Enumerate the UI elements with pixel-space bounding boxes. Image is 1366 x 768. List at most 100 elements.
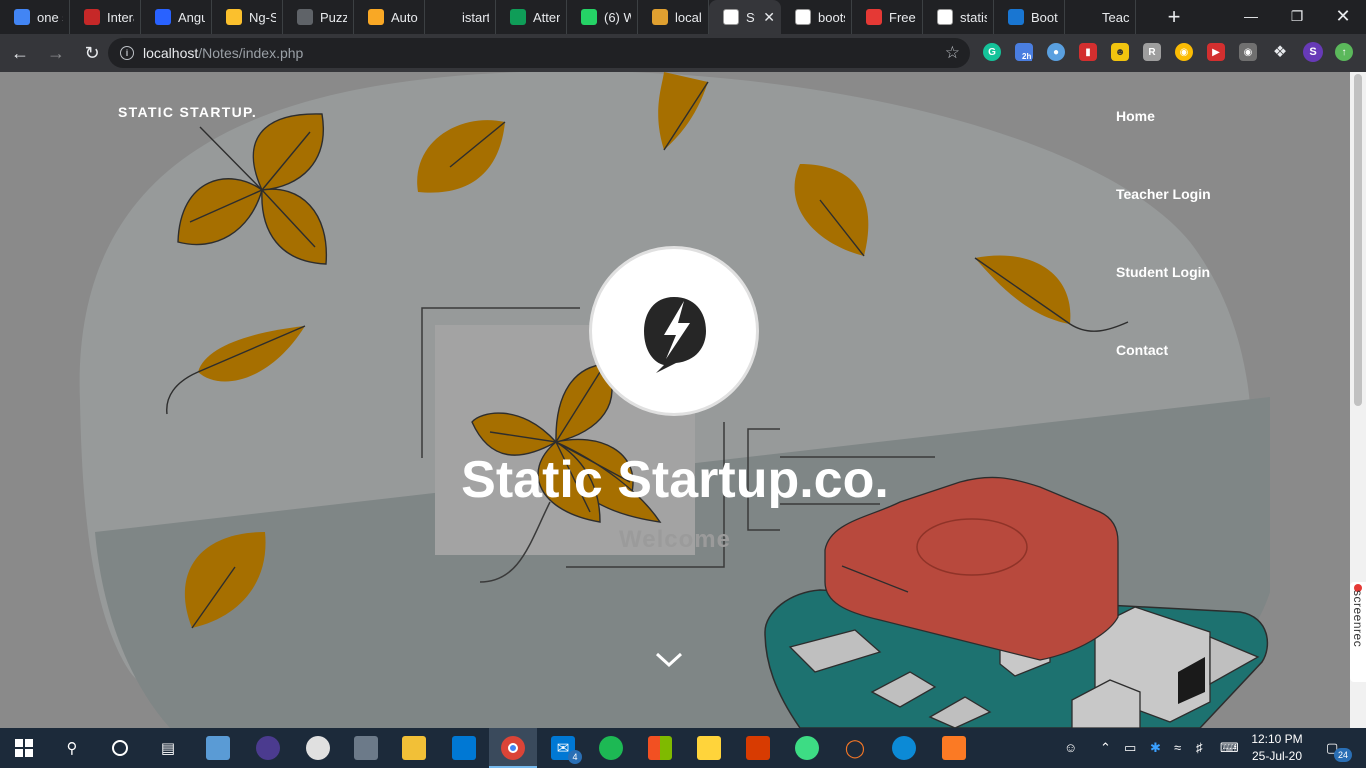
vscode-icon[interactable] [452, 736, 476, 760]
address-host: localhost [143, 45, 199, 61]
screenrec-label: screenrec [1351, 590, 1365, 648]
camera-app-icon[interactable] [354, 736, 378, 760]
browser-tab[interactable]: statist [923, 0, 994, 34]
nav-contact[interactable]: Contact [1116, 342, 1168, 358]
address-path: /Notes/index.php [198, 45, 304, 61]
spotify-icon[interactable] [599, 736, 623, 760]
puzzle-extensions-icon[interactable]: ❖ [1271, 43, 1289, 61]
battery-icon[interactable]: ▭ [1124, 740, 1136, 756]
browser-tab[interactable]: localh [638, 0, 709, 34]
browser-tab[interactable]: Puzzle [283, 0, 354, 34]
tab-title: St [746, 9, 755, 25]
bluetooth-icon[interactable]: ✱ [1150, 740, 1161, 756]
bolt-icon [644, 297, 706, 373]
red-extension-icon[interactable]: ▶ [1207, 43, 1225, 61]
nav-teacher-login[interactable]: Teacher Login [1116, 186, 1211, 202]
browser-tab[interactable]: Autoc [354, 0, 425, 34]
tab-title: Atten [533, 9, 560, 25]
chrome-icon[interactable] [501, 736, 525, 760]
file-explorer-icon[interactable] [402, 736, 426, 760]
browser-tab[interactable]: St ✕ [709, 0, 781, 34]
nav-home[interactable]: Home [1116, 108, 1155, 124]
nav-student-login[interactable]: Student Login [1116, 264, 1210, 280]
browser-tab[interactable]: istart [425, 0, 496, 34]
android-studio-icon[interactable] [795, 736, 819, 760]
site-info-icon[interactable]: i [120, 46, 134, 60]
x-icon [84, 9, 100, 25]
browser-tab[interactable]: Free E [852, 0, 923, 34]
xampp-icon[interactable] [942, 736, 966, 760]
page-viewport: STATIC STARTUP. Home Teacher Login Stude… [0, 72, 1350, 728]
whatsapp-icon [581, 9, 597, 25]
volume-muted-icon[interactable]: ♯ [1196, 740, 1203, 755]
jupyter-icon[interactable]: ◯ [843, 736, 867, 760]
browser-tab[interactable]: Angul [141, 0, 212, 34]
paint-icon[interactable] [306, 736, 330, 760]
hero-subtitle: Welcome [619, 526, 731, 553]
python-icon[interactable] [697, 736, 721, 760]
system-clock[interactable]: 12:10 PM 25-Jul-20 [1246, 731, 1308, 765]
restore-button[interactable]: ❐ [1274, 0, 1320, 32]
show-hidden-icons-chevron-icon[interactable]: ⌃ [1100, 740, 1111, 756]
keyboard-icon[interactable]: ⌨ [1220, 740, 1239, 756]
forward-button[interactable]: → [40, 37, 72, 69]
bulb-icon [226, 9, 242, 25]
tab-title: localh [675, 9, 702, 25]
face-extension-icon[interactable]: ☻ [1111, 43, 1129, 61]
browser-tab[interactable]: Atten [496, 0, 567, 34]
tab-title: (6) Wh [604, 9, 631, 25]
eclipse-icon[interactable] [256, 736, 280, 760]
wifi-icon[interactable]: ≈ [1174, 740, 1181, 755]
address-bar[interactable]: i localhost /Notes/index.php ☆ [108, 38, 970, 68]
notification-count-badge: 24 [1334, 748, 1352, 762]
browser-tab[interactable]: one st [0, 0, 70, 34]
tab-title: istart [462, 9, 489, 25]
tab-title: Intera [107, 9, 134, 25]
new-tab-button[interactable]: + [1160, 3, 1188, 31]
owl-extension-icon[interactable]: ● [1047, 43, 1065, 61]
minimize-button[interactable]: — [1228, 0, 1274, 32]
browser-tab[interactable]: (6) Wh [567, 0, 638, 34]
bookmark-star-icon[interactable]: ☆ [945, 43, 960, 63]
store-icon[interactable] [648, 736, 672, 760]
scroll-down-chevron-icon[interactable] [654, 650, 684, 670]
notepad-icon[interactable] [206, 736, 230, 760]
browser-tab[interactable]: Ng-Sv [212, 0, 283, 34]
tab-manager-icon[interactable]: 2h [1015, 43, 1033, 61]
people-icon[interactable]: ☺ [1064, 740, 1077, 755]
update-icon[interactable]: ↑ [1335, 43, 1353, 61]
search-icon[interactable]: ⚲ [60, 736, 84, 760]
cortana-icon[interactable] [108, 736, 132, 760]
tab-title: Angul [178, 9, 205, 25]
tab-title: boots [818, 9, 845, 25]
windows-start-icon[interactable] [12, 736, 36, 760]
profile-avatar[interactable]: S [1303, 42, 1323, 62]
back-button[interactable]: ← [4, 37, 36, 69]
brand-logo-text[interactable]: STATIC STARTUP. [118, 104, 257, 120]
browser-tab[interactable]: Boots [994, 0, 1065, 34]
browser-tab[interactable]: Intera [70, 0, 141, 34]
ib-icon [155, 9, 171, 25]
r-extension-icon[interactable]: R [1143, 43, 1161, 61]
browser-tab[interactable]: Teach [1065, 0, 1136, 34]
book-extension-icon[interactable]: ▮ [1079, 43, 1097, 61]
bolt-icon [723, 9, 739, 25]
camera-extension-icon[interactable]: ◉ [1239, 43, 1257, 61]
task-view-icon[interactable]: ▤ [156, 736, 180, 760]
s-icon [866, 9, 882, 25]
scrollbar-thumb[interactable] [1354, 74, 1362, 406]
windows-taskbar: ⚲ ▤ ✉ 4 ◯ ☺ ⌃ ▭ ✱ ≈ ♯ ⌨ 12:10 PM 25-Jul-… [0, 728, 1366, 768]
office-icon[interactable] [746, 736, 770, 760]
close-tab-icon[interactable]: ✕ [763, 9, 775, 26]
reload-button[interactable]: ↻ [76, 37, 108, 69]
tab-title: Puzzle [320, 9, 347, 25]
close-window-button[interactable]: ✕ [1320, 0, 1366, 32]
b-icon [1008, 9, 1024, 25]
shield-icon [368, 9, 384, 25]
tab-title: Free E [889, 9, 916, 25]
browser-tab[interactable]: boots [781, 0, 852, 34]
edge-icon[interactable] [892, 736, 916, 760]
grammarly-icon[interactable]: G [983, 43, 1001, 61]
screenrec-widget[interactable]: screenrec [1350, 582, 1366, 682]
chrome-extension-icon[interactable]: ◉ [1175, 43, 1193, 61]
